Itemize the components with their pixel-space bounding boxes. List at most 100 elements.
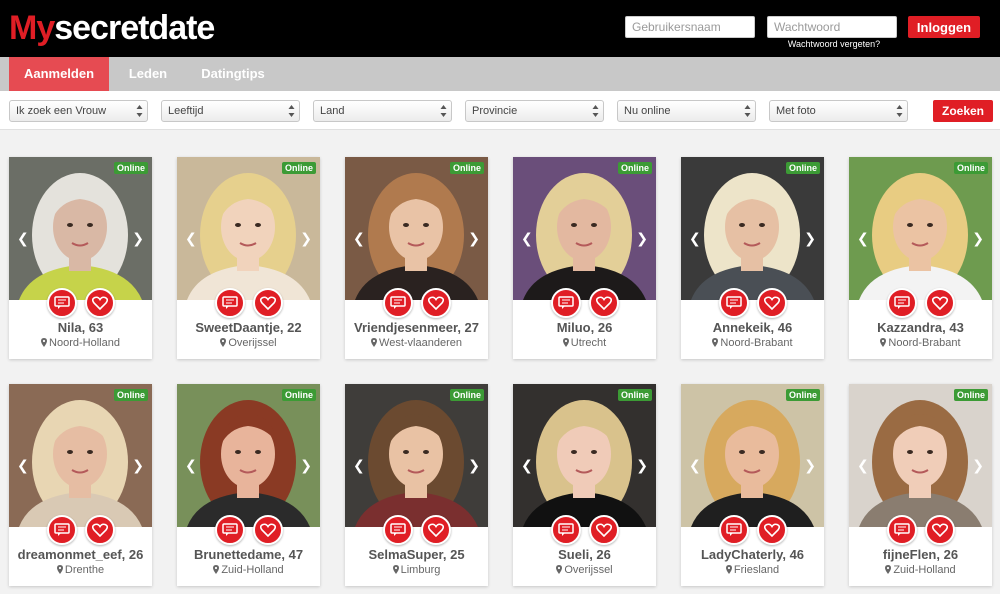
chevron-left-icon[interactable]: ❮ bbox=[689, 230, 701, 247]
profile-location: Friesland bbox=[681, 564, 824, 576]
profile-name[interactable]: SweetDaantje, 22 bbox=[177, 320, 320, 335]
profile-card[interactable]: Online ❮ ❯ Kazzandra, 43 Noord-Brabant bbox=[849, 157, 992, 359]
message-button[interactable] bbox=[47, 288, 77, 318]
forgot-password-link[interactable]: Wachtwoord vergeten? bbox=[767, 39, 901, 49]
favorite-button[interactable] bbox=[925, 288, 955, 318]
favorite-button[interactable] bbox=[85, 288, 115, 318]
profile-card[interactable]: Online ❮ ❯ Vriendjesenmeer, 27 West-vlaander… bbox=[345, 157, 488, 359]
profile-card[interactable]: Online ❮ ❯ LadyChaterly, 46 Friesland bbox=[681, 384, 824, 586]
chevron-left-icon[interactable]: ❮ bbox=[17, 230, 29, 247]
profile-card[interactable]: Online ❮ ❯ Sueli, 26 Overijssel bbox=[513, 384, 656, 586]
chevron-left-icon[interactable]: ❮ bbox=[353, 230, 365, 247]
chevron-left-icon[interactable]: ❮ bbox=[185, 230, 197, 247]
chevron-left-icon[interactable]: ❮ bbox=[353, 457, 365, 474]
message-button[interactable] bbox=[719, 515, 749, 545]
chevron-left-icon[interactable]: ❮ bbox=[521, 230, 533, 247]
message-button[interactable] bbox=[887, 288, 917, 318]
filter-province-select[interactable]: Provincie bbox=[465, 100, 604, 122]
favorite-button[interactable] bbox=[421, 288, 451, 318]
profile-card[interactable]: Online ❮ ❯ Brunettedame, 47 Zuid-Holland bbox=[177, 384, 320, 586]
profile-photo[interactable]: Online ❮ ❯ bbox=[513, 384, 656, 527]
password-input[interactable] bbox=[767, 16, 897, 38]
message-button[interactable] bbox=[383, 288, 413, 318]
nav-item-leden[interactable]: Leden bbox=[113, 57, 183, 91]
profile-photo[interactable]: Online ❮ ❯ bbox=[9, 157, 152, 300]
chevron-left-icon[interactable]: ❮ bbox=[185, 457, 197, 474]
profile-name[interactable]: Annekeik, 46 bbox=[681, 320, 824, 335]
favorite-button[interactable] bbox=[925, 515, 955, 545]
favorite-button[interactable] bbox=[85, 515, 115, 545]
chevron-right-icon[interactable]: ❯ bbox=[636, 230, 648, 247]
profile-name[interactable]: Brunettedame, 47 bbox=[177, 547, 320, 562]
profile-card[interactable]: Online ❮ ❯ Annekeik, 46 Noord-Brabant bbox=[681, 157, 824, 359]
message-button[interactable] bbox=[551, 515, 581, 545]
profile-name[interactable]: Vriendjesenmeer, 27 bbox=[345, 320, 488, 335]
profile-name[interactable]: SelmaSuper, 25 bbox=[345, 547, 488, 562]
chevron-right-icon[interactable]: ❯ bbox=[468, 457, 480, 474]
chevron-right-icon[interactable]: ❯ bbox=[804, 230, 816, 247]
chevron-left-icon[interactable]: ❮ bbox=[857, 230, 869, 247]
profile-name[interactable]: Nila, 63 bbox=[9, 320, 152, 335]
chevron-right-icon[interactable]: ❯ bbox=[300, 457, 312, 474]
profile-photo[interactable]: Online ❮ ❯ bbox=[681, 157, 824, 300]
chevron-right-icon[interactable]: ❯ bbox=[132, 230, 144, 247]
favorite-button[interactable] bbox=[253, 288, 283, 318]
favorite-button[interactable] bbox=[757, 515, 787, 545]
site-logo[interactable]: My secretdate bbox=[9, 6, 215, 50]
chevron-left-icon[interactable]: ❮ bbox=[857, 457, 869, 474]
favorite-button[interactable] bbox=[589, 288, 619, 318]
chevron-right-icon[interactable]: ❯ bbox=[468, 230, 480, 247]
chevron-left-icon[interactable]: ❮ bbox=[689, 457, 701, 474]
chevron-right-icon[interactable]: ❯ bbox=[804, 457, 816, 474]
favorite-button[interactable] bbox=[589, 515, 619, 545]
profile-card[interactable]: Online ❮ ❯ SweetDaantje, 22 Overijssel bbox=[177, 157, 320, 359]
profile-photo[interactable]: Online ❮ ❯ bbox=[513, 157, 656, 300]
profile-photo[interactable]: Online ❮ ❯ bbox=[849, 384, 992, 527]
username-input[interactable] bbox=[625, 16, 755, 38]
chevron-left-icon[interactable]: ❮ bbox=[17, 457, 29, 474]
chevron-right-icon[interactable]: ❯ bbox=[636, 457, 648, 474]
nav-item-aanmelden[interactable]: Aanmelden bbox=[9, 57, 109, 91]
profile-photo[interactable]: Online ❮ ❯ bbox=[177, 157, 320, 300]
favorite-button[interactable] bbox=[253, 515, 283, 545]
favorite-button[interactable] bbox=[757, 288, 787, 318]
filter-online-select[interactable]: Nu online bbox=[617, 100, 756, 122]
profile-photo[interactable]: Online ❮ ❯ bbox=[345, 384, 488, 527]
profile-card[interactable]: Online ❮ ❯ fijneFlen, 26 Zuid-Holland bbox=[849, 384, 992, 586]
profile-card[interactable]: Online ❮ ❯ SelmaSuper, 25 Limburg bbox=[345, 384, 488, 586]
profile-photo[interactable]: Online ❮ ❯ bbox=[177, 384, 320, 527]
chevron-left-icon[interactable]: ❮ bbox=[521, 457, 533, 474]
chevron-right-icon[interactable]: ❯ bbox=[300, 230, 312, 247]
profile-name[interactable]: LadyChaterly, 46 bbox=[681, 547, 824, 562]
profile-photo[interactable]: Online ❮ ❯ bbox=[849, 157, 992, 300]
message-button[interactable] bbox=[215, 288, 245, 318]
login-button[interactable]: Inloggen bbox=[908, 16, 980, 38]
search-button[interactable]: Zoeken bbox=[933, 100, 993, 122]
message-button[interactable] bbox=[887, 515, 917, 545]
message-button[interactable] bbox=[47, 515, 77, 545]
filter-gender-select[interactable]: Ik zoek een Vrouw bbox=[9, 100, 148, 122]
favorite-button[interactable] bbox=[421, 515, 451, 545]
profile-photo[interactable]: Online ❮ ❯ bbox=[345, 157, 488, 300]
filter-age-select[interactable]: Leeftijd bbox=[161, 100, 300, 122]
chevron-right-icon[interactable]: ❯ bbox=[972, 230, 984, 247]
message-button[interactable] bbox=[719, 288, 749, 318]
filter-country-select[interactable]: Land bbox=[313, 100, 452, 122]
profile-photo[interactable]: Online ❮ ❯ bbox=[681, 384, 824, 527]
profile-name[interactable]: Miluo, 26 bbox=[513, 320, 656, 335]
profile-name[interactable]: Kazzandra, 43 bbox=[849, 320, 992, 335]
chevron-right-icon[interactable]: ❯ bbox=[972, 457, 984, 474]
message-button[interactable] bbox=[215, 515, 245, 545]
chevron-right-icon[interactable]: ❯ bbox=[132, 457, 144, 474]
profile-photo[interactable]: Online ❮ ❯ bbox=[9, 384, 152, 527]
profile-card[interactable]: Online ❮ ❯ dreamonmet_eef, 26 Drenthe bbox=[9, 384, 152, 586]
nav-item-datingtips[interactable]: Datingtips bbox=[187, 57, 279, 91]
message-button[interactable] bbox=[383, 515, 413, 545]
profile-card[interactable]: Online ❮ ❯ Nila, 63 Noord-Holland bbox=[9, 157, 152, 359]
profile-card[interactable]: Online ❮ ❯ Miluo, 26 Utrecht bbox=[513, 157, 656, 359]
filter-photo-select[interactable]: Met foto bbox=[769, 100, 908, 122]
profile-name[interactable]: dreamonmet_eef, 26 bbox=[9, 547, 152, 562]
message-button[interactable] bbox=[551, 288, 581, 318]
profile-name[interactable]: fijneFlen, 26 bbox=[849, 547, 992, 562]
profile-name[interactable]: Sueli, 26 bbox=[513, 547, 656, 562]
